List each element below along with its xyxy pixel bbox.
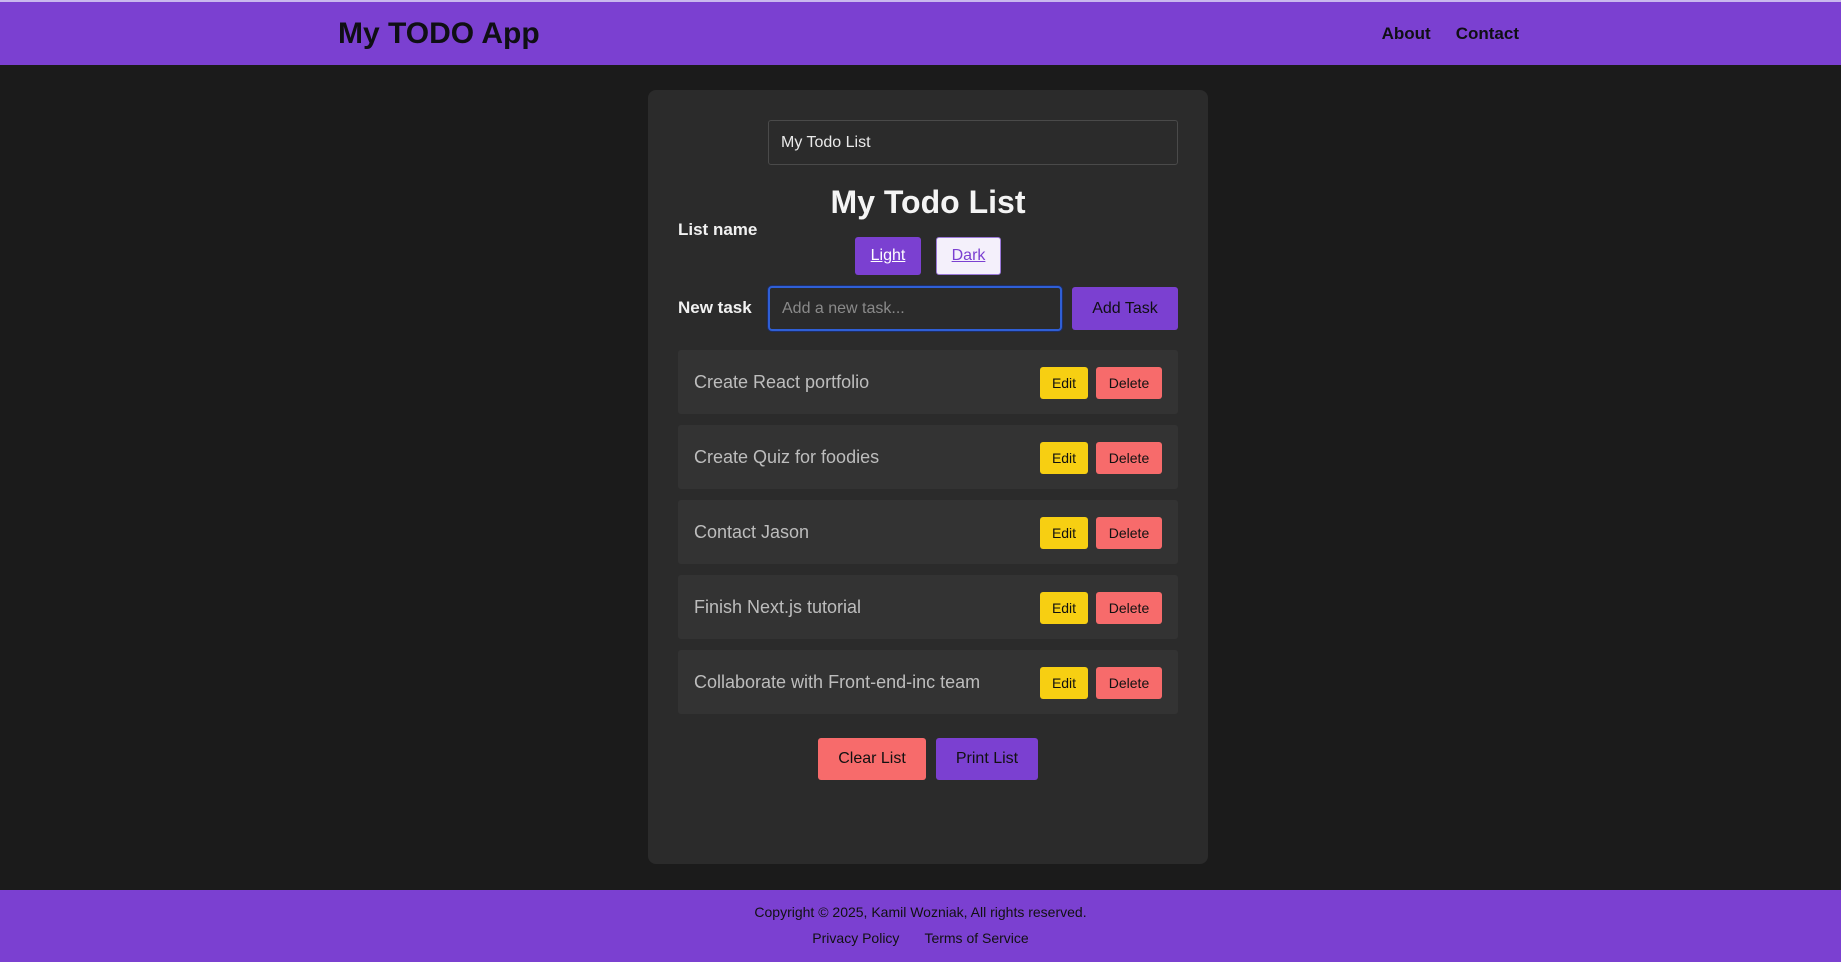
app-title: My TODO App	[338, 17, 540, 50]
footer-links: Privacy Policy Terms of Service	[0, 930, 1841, 946]
list-name-label: List name	[678, 220, 758, 239]
task-text: Finish Next.js tutorial	[694, 597, 862, 617]
task-item: Create React portfolio Edit Delete	[678, 350, 1178, 414]
task-item: Finish Next.js tutorial Edit Delete	[678, 575, 1178, 639]
nav-about-link[interactable]: About	[1382, 24, 1431, 44]
task-list: Create React portfolio Edit Delete Creat…	[678, 350, 1178, 725]
delete-task-button[interactable]: Delete	[1096, 667, 1162, 699]
privacy-policy-link[interactable]: Privacy Policy	[812, 930, 899, 946]
copyright-text: Copyright © 2025, Kamil Wozniak, All rig…	[754, 904, 1087, 920]
add-task-button[interactable]: Add Task	[1072, 287, 1178, 330]
new-task-label: New task	[678, 298, 752, 317]
task-item: Create Quiz for foodies Edit Delete	[678, 425, 1178, 489]
task-text: Create React portfolio	[694, 372, 870, 392]
task-item: Collaborate with Front-end-inc team Edit…	[678, 650, 1178, 714]
app-header: My TODO App About Contact	[0, 0, 1841, 65]
main-nav: About Contact	[1382, 24, 1519, 44]
task-text: Contact Jason	[694, 522, 810, 542]
task-text: Collaborate with Front-end-inc team	[694, 672, 981, 692]
clear-list-button[interactable]: Clear List	[818, 738, 926, 780]
list-heading: My Todo List	[830, 184, 1026, 220]
dark-theme-button[interactable]: Dark	[936, 237, 1001, 275]
delete-task-button[interactable]: Delete	[1096, 517, 1162, 549]
task-text: Create Quiz for foodies	[694, 447, 880, 467]
edit-task-button[interactable]: Edit	[1040, 517, 1088, 549]
list-name-input[interactable]	[768, 120, 1178, 165]
edit-task-button[interactable]: Edit	[1040, 367, 1088, 399]
delete-task-button[interactable]: Delete	[1096, 592, 1162, 624]
light-theme-button[interactable]: Light	[855, 237, 921, 275]
app-footer: Copyright © 2025, Kamil Wozniak, All rig…	[0, 890, 1841, 962]
nav-contact-link[interactable]: Contact	[1456, 24, 1519, 44]
edit-task-button[interactable]: Edit	[1040, 592, 1088, 624]
terms-of-service-link[interactable]: Terms of Service	[924, 930, 1028, 946]
todo-card: List name My Todo List Light Dark New ta…	[648, 90, 1208, 864]
print-list-button[interactable]: Print List	[936, 738, 1038, 780]
new-task-input[interactable]	[768, 286, 1062, 331]
edit-task-button[interactable]: Edit	[1040, 442, 1088, 474]
edit-task-button[interactable]: Edit	[1040, 667, 1088, 699]
delete-task-button[interactable]: Delete	[1096, 367, 1162, 399]
delete-task-button[interactable]: Delete	[1096, 442, 1162, 474]
task-item: Contact Jason Edit Delete	[678, 500, 1178, 564]
